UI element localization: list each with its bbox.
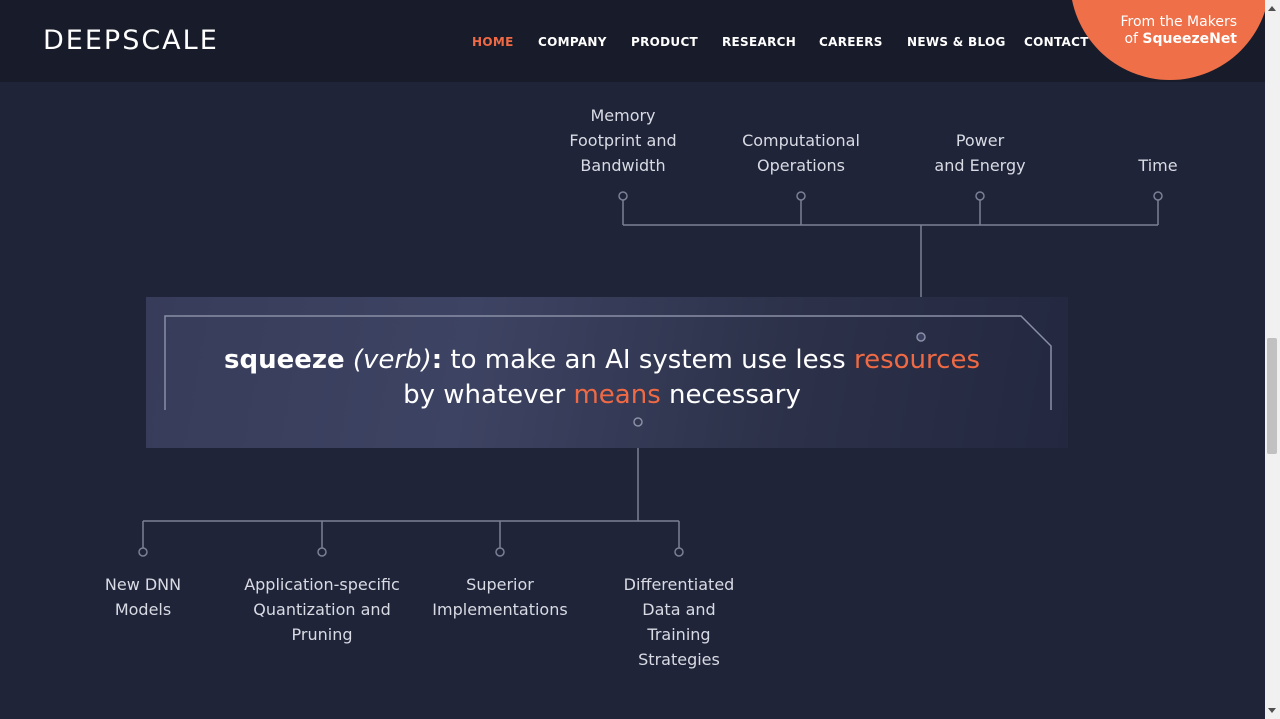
definition-accent-means: means xyxy=(573,380,661,410)
definition-line-2: by whatever means necessary xyxy=(403,380,801,410)
label-quantization-pruning: Application-specific Quantization and Pr… xyxy=(244,575,400,644)
definition-word: squeeze xyxy=(223,345,345,375)
label-superior-implementations: Superior Implementations xyxy=(432,575,568,619)
label-memory-footprint: Memory Footprint and Bandwidth xyxy=(569,106,677,175)
label-time: Time xyxy=(1138,156,1178,175)
definition-part-of-speech: (verb) xyxy=(352,345,432,375)
scrollbar-thumb[interactable] xyxy=(1267,338,1277,454)
definition-accent-resources: resources xyxy=(853,345,980,375)
label-power-energy: Power and Energy xyxy=(934,131,1026,175)
label-computational-operations: Computational Operations xyxy=(742,131,860,175)
scroll-up-arrow-icon[interactable] xyxy=(1268,6,1276,11)
definition-line-1: squeeze (verb): to make an AI system use… xyxy=(223,345,980,375)
vertical-scrollbar[interactable] xyxy=(1265,0,1280,719)
label-differentiated-data: Differentiated Data and Training Strateg… xyxy=(623,575,735,669)
label-new-dnn-models: New DNN Models xyxy=(104,575,182,619)
scroll-down-arrow-icon[interactable] xyxy=(1268,708,1276,713)
